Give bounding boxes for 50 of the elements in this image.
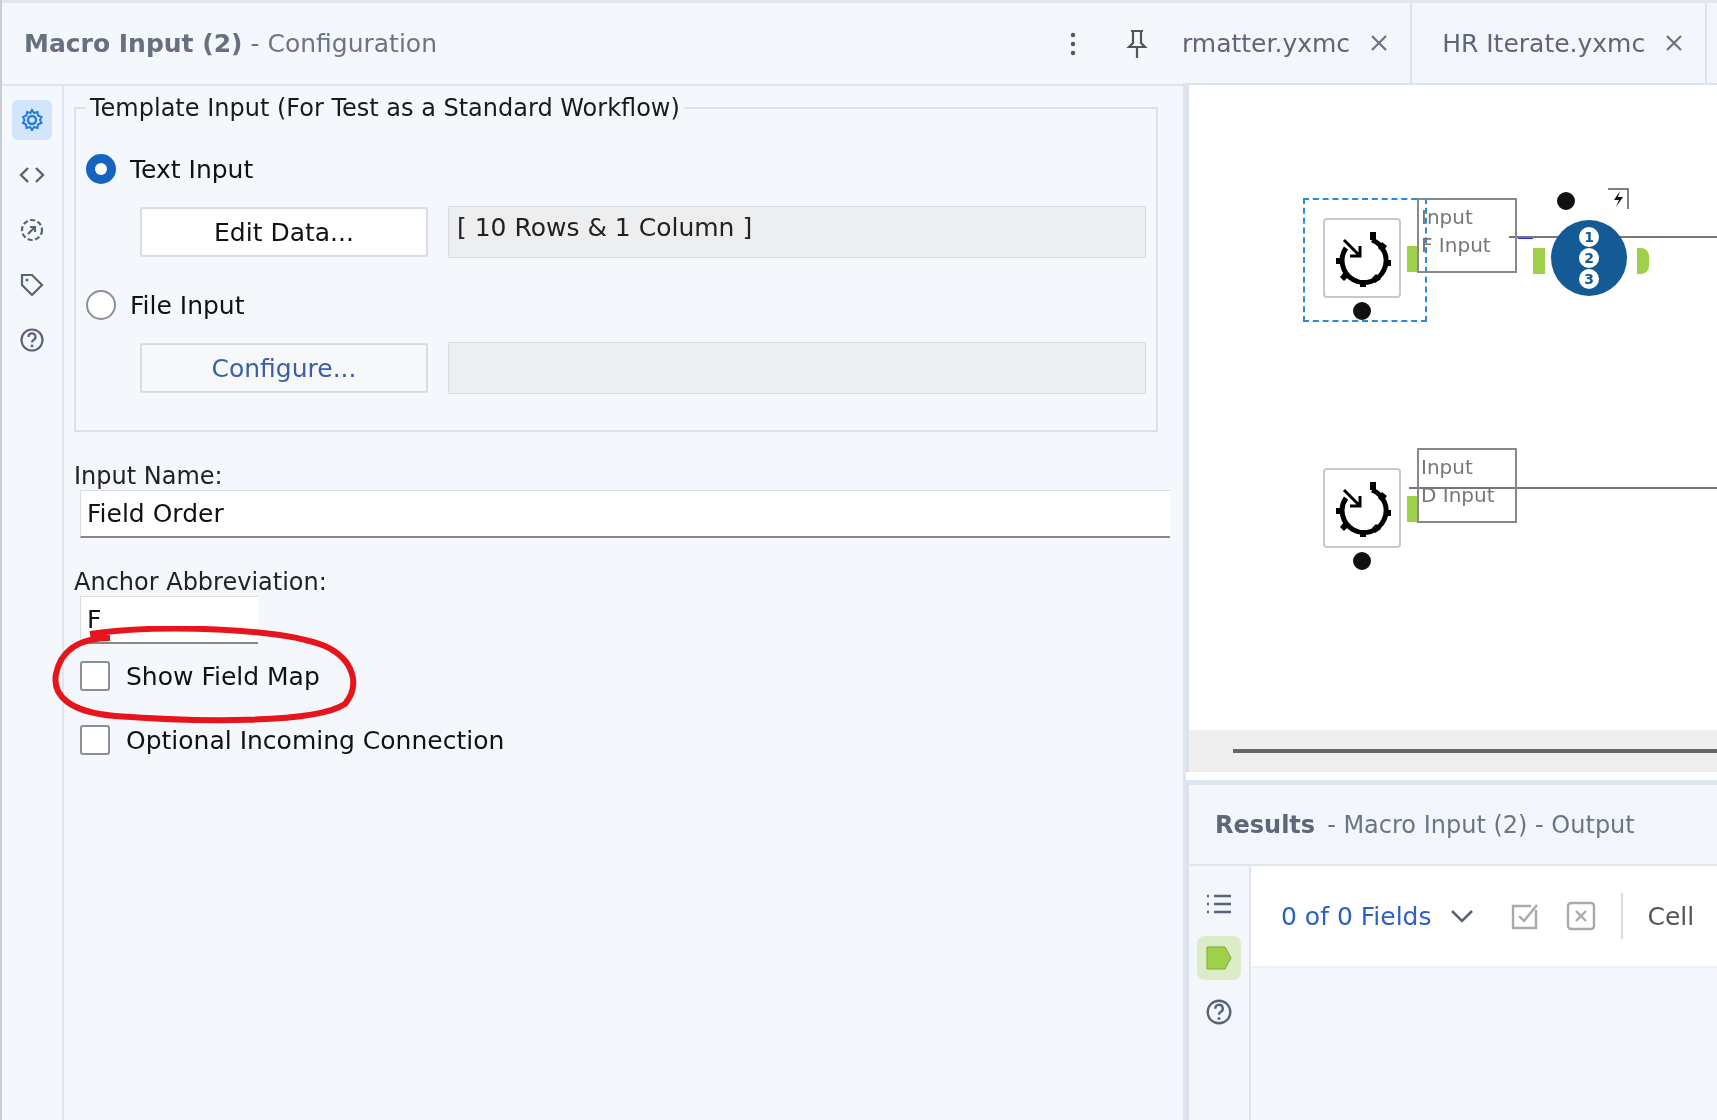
lightning-icon <box>1607 188 1629 210</box>
number-badge: 3 <box>1579 269 1599 289</box>
checkbox[interactable] <box>80 661 110 691</box>
close-icon[interactable] <box>1370 34 1389 52</box>
tag-icon <box>19 272 45 298</box>
input-anchor[interactable] <box>1533 248 1545 274</box>
radio-label: File Input <box>130 290 245 320</box>
macro-input-tool[interactable] <box>1323 218 1401 298</box>
radio-label: Text Input <box>130 154 254 184</box>
label-line: F Input <box>1421 232 1491 258</box>
checkbox-label: Show Field Map <box>126 661 320 691</box>
label-line: Input <box>1421 454 1473 480</box>
input-anchor[interactable] <box>1557 192 1575 210</box>
interface-tool[interactable]: 1 2 3 <box>1551 220 1627 296</box>
checkbox-label: Optional Incoming Connection <box>126 725 505 755</box>
action-button[interactable]: Edit Data... <box>140 207 428 257</box>
side-tab[interactable] <box>12 100 52 140</box>
summary-field: [ 10 Rows & 1 Column ] <box>448 206 1146 258</box>
chevron-down-icon <box>1449 908 1476 924</box>
label-line: Input <box>1421 204 1473 230</box>
input-anchor[interactable] <box>1353 552 1371 570</box>
radio-button[interactable] <box>86 290 116 320</box>
help-icon <box>19 327 45 353</box>
panel-title: Macro Input (2) <box>24 29 243 58</box>
field-label: Input Name: <box>74 462 224 490</box>
radio-button[interactable] <box>86 154 116 184</box>
output-anchor-icon <box>1204 943 1234 973</box>
pin-icon[interactable] <box>1125 28 1149 59</box>
checkbox[interactable] <box>80 725 110 755</box>
results-subtitle: - Macro Input (2) - Output <box>1327 810 1635 839</box>
help-icon <box>1205 998 1233 1026</box>
macro-input-tool[interactable] <box>1323 468 1401 548</box>
list-icon <box>1205 892 1233 916</box>
more-menu-icon[interactable] <box>1069 30 1077 57</box>
number-badge: 1 <box>1579 227 1599 247</box>
input-name-field[interactable]: Field Order <box>80 490 1170 538</box>
results-title: Results <box>1215 810 1316 839</box>
document-tab[interactable]: HR Iterate.yxmc <box>1412 3 1708 83</box>
fields-dropdown[interactable]: 0 of 0 Fields <box>1281 901 1476 931</box>
field-label: Anchor Abbreviation: <box>74 568 328 596</box>
scrollbar-thumb[interactable] <box>1233 749 1717 753</box>
settings-icon <box>19 107 45 133</box>
document-tab[interactable]: rmatter.yxmc <box>1182 3 1413 83</box>
panel-subtitle: - Configuration <box>250 29 437 58</box>
number-badge: 2 <box>1579 248 1599 268</box>
input-anchor[interactable] <box>1353 302 1371 320</box>
close-icon[interactable] <box>1665 34 1684 52</box>
code-icon <box>19 165 45 185</box>
group-legend: Template Input (For Test as a Standard Workflow) <box>86 94 684 122</box>
toolbar-label: Cell <box>1647 901 1695 931</box>
